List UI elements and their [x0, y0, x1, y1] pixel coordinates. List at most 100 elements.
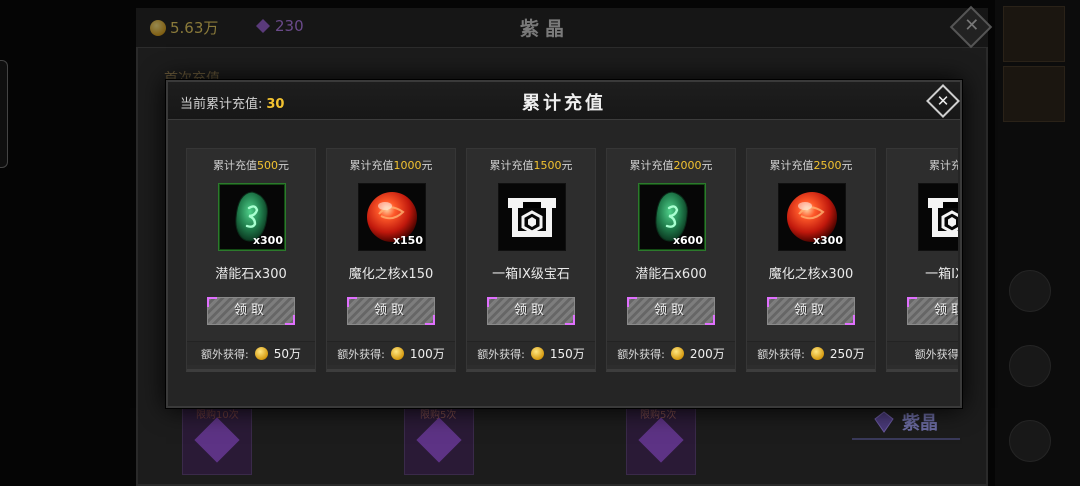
reward-item-name: 一箱IX级宝石 — [492, 267, 570, 282]
reward-card: 累计充值2000元 x600 潜能石x600 领取 额外获得: 200万 — [606, 148, 736, 372]
sidebar-slot[interactable] — [1003, 66, 1065, 122]
gold-coin-icon — [390, 347, 404, 360]
reward-bonus: 额外获得: 100万 — [327, 341, 455, 365]
bg-limit-label: 限购10次 — [196, 410, 239, 421]
reward-goal-suffix: 元 — [421, 159, 433, 172]
reward-qty: x300 — [252, 234, 283, 247]
gem-chest-icon — [928, 198, 958, 237]
reward-icon-box[interactable] — [918, 183, 958, 251]
reward-card: 累计充值 一箱IX级 领取 额外获得: — [886, 148, 958, 372]
reward-icon-box[interactable]: x300 — [218, 183, 286, 251]
reward-item-name: 魔化之核x300 — [768, 267, 854, 282]
reward-goal-prefix: 累计充值 — [213, 159, 257, 172]
modal-title: 累计充值 — [522, 93, 606, 114]
gold-coin-icon — [810, 347, 824, 360]
reward-goal: 累计充值1500元 — [467, 157, 595, 173]
reward-bonus: 额外获得: 150万 — [467, 341, 595, 365]
reward-goal-prefix: 累计充值 — [769, 159, 814, 172]
claim-button[interactable]: 领取 — [767, 297, 855, 325]
reward-card: 累计充值500元 x300 潜能石x300 领取 额外获得: 50万 — [186, 148, 316, 372]
screen-title: 紫晶 — [520, 18, 571, 40]
purple-gem-icon — [256, 19, 270, 33]
sidebar-round-button[interactable] — [1009, 270, 1051, 312]
sidebar-round-button[interactable] — [1009, 420, 1051, 462]
reward-goal: 累计充值500元 — [187, 157, 315, 173]
reward-icon-box[interactable]: x600 — [638, 183, 706, 251]
claim-button[interactable]: 领取 — [627, 297, 715, 325]
bonus-amount: 50万 — [273, 347, 301, 361]
gold-coin-icon — [150, 19, 166, 36]
gold-amount: 5.63万 — [170, 19, 219, 37]
reward-track[interactable]: 累计充值500元 x300 潜能石x300 领取 额外获得: 50万 累计充值1… — [186, 148, 958, 376]
gem-amount: 230 — [275, 17, 304, 35]
reward-goal-prefix: 累计充值 — [929, 159, 958, 172]
reward-item-name: 潜能石x300 — [215, 267, 287, 282]
gem-currency: 230 — [255, 17, 304, 35]
bg-limit-label: 限购5次 — [420, 410, 457, 421]
reward-goal-suffix: 元 — [278, 159, 289, 172]
reward-item-name: 一箱IX级 — [925, 267, 958, 282]
right-sidebar — [995, 0, 1080, 486]
reward-goal: 累计充值 — [887, 157, 958, 173]
reward-item-name: 潜能石x600 — [635, 267, 707, 282]
reward-goal-suffix: 元 — [841, 159, 853, 172]
claim-button[interactable]: 领取 — [207, 297, 295, 325]
gold-coin-icon — [254, 347, 268, 360]
bonus-label: 额外获得: — [757, 347, 805, 361]
close-icon: ✕ — [964, 15, 980, 37]
reward-icon-box[interactable]: x150 — [358, 183, 426, 251]
reward-icon-box[interactable]: x300 — [778, 183, 846, 251]
left-edge-handle[interactable] — [0, 60, 8, 168]
reward-bonus: 额外获得: 200万 — [607, 341, 735, 365]
reward-qty: x600 — [672, 234, 703, 247]
sidebar-slot[interactable] — [1003, 6, 1065, 62]
claim-button[interactable]: 领取 — [347, 297, 435, 325]
bg-limit-label: 限购5次 — [640, 410, 677, 421]
reward-goal-amount: 2000 — [673, 159, 702, 172]
reward-goal-prefix: 累计充值 — [489, 159, 534, 172]
gem-chest-icon — [508, 198, 556, 237]
claim-button[interactable]: 领取 — [487, 297, 575, 325]
reward-icon-box[interactable] — [498, 183, 566, 251]
bonus-label: 额外获得: — [477, 347, 525, 361]
reward-goal-prefix: 累计充值 — [349, 159, 394, 172]
bonus-amount: 200万 — [689, 347, 725, 361]
reward-goal-amount: 1000 — [393, 159, 422, 172]
bonus-amount: 150万 — [549, 347, 585, 361]
purple-diamond-icon — [416, 417, 462, 463]
sidebar-round-button[interactable] — [1009, 345, 1051, 387]
reward-goal: 累计充值1000元 — [327, 157, 455, 173]
bonus-amount: 250万 — [829, 347, 865, 361]
modal-header: 当前累计充值: 30 累计充值 ✕ — [168, 82, 960, 120]
reward-card: 累计充值1000元 x150 魔化之核x150 领取 额外获得: 100万 — [326, 148, 456, 372]
reward-bonus: 额外获得: 50万 — [187, 341, 315, 365]
claim-button[interactable]: 领取 — [907, 297, 958, 325]
reward-card: 累计充值2500元 x300 魔化之核x300 领取 额外获得: 250万 — [746, 148, 876, 372]
reward-goal-suffix: 元 — [561, 159, 573, 172]
reward-goal: 累计充值2500元 — [747, 157, 875, 173]
side-gem-label: 紫晶 — [902, 413, 938, 434]
reward-goal-prefix: 累计充值 — [629, 159, 674, 172]
reward-item-name: 魔化之核x150 — [348, 267, 434, 282]
reward-card: 累计充值1500元 一箱IX级宝石 领取 额外获得: 150万 — [466, 148, 596, 372]
close-x-icon: ✕ — [936, 92, 950, 110]
reward-goal-amount: 500 — [257, 159, 278, 172]
bonus-amount: 100万 — [409, 347, 445, 361]
side-gem-button[interactable]: 紫晶 — [852, 406, 960, 440]
reward-goal-suffix: 元 — [701, 159, 713, 172]
bonus-label: 额外获得: — [337, 347, 385, 361]
gold-currency: 5.63万 — [150, 17, 218, 38]
reward-goal-amount: 2500 — [813, 159, 842, 172]
cumulative-recharge-modal: 当前累计充值: 30 累计充值 ✕ 累计充值500元 x300 潜能石x300 领… — [166, 80, 962, 408]
reward-qty: x150 — [392, 234, 423, 247]
reward-qty: x300 — [812, 234, 843, 247]
purple-diamond-icon — [194, 417, 240, 463]
bonus-label: 额外获得: — [201, 347, 249, 361]
purple-diamond-icon — [638, 417, 684, 463]
reward-bonus: 额外获得: 250万 — [747, 341, 875, 365]
bonus-label: 额外获得: — [617, 347, 665, 361]
reward-goal: 累计充值2000元 — [607, 157, 735, 173]
gold-coin-icon — [530, 347, 544, 360]
purple-crystal-icon — [874, 411, 894, 433]
reward-bonus: 额外获得: — [887, 341, 958, 365]
